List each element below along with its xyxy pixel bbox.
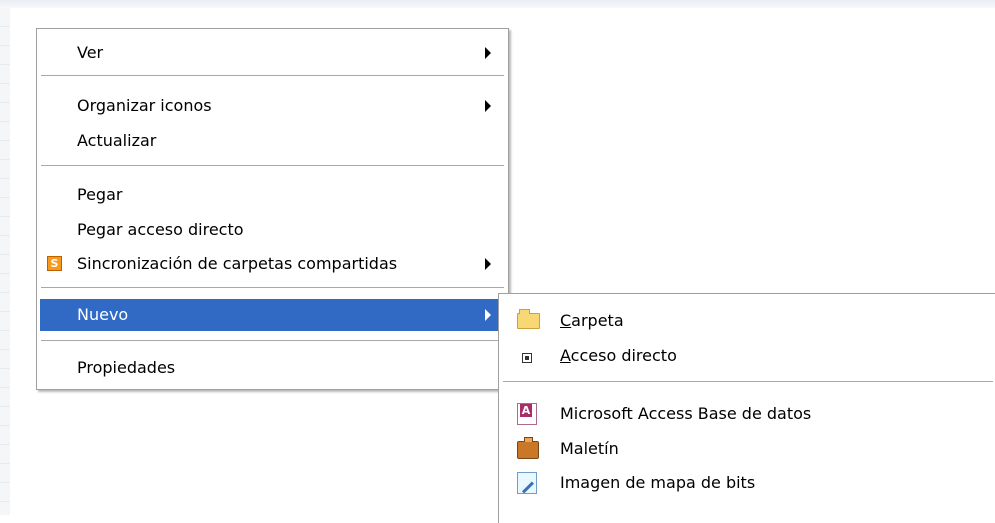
submenu-item-access-database[interactable]: Microsoft Access Base de datos <box>502 398 992 430</box>
menu-item-label: Actualizar <box>77 131 157 150</box>
submenu-arrow-icon <box>485 100 491 112</box>
menu-item-sincronizacion[interactable]: S Sincronización de carpetas compartidas <box>40 248 505 280</box>
menu-item-label: Pegar acceso directo <box>77 220 244 239</box>
submenu-item-imagen-mapa-bits[interactable]: Imagen de mapa de bits <box>502 467 992 499</box>
desktop-background <box>0 0 995 8</box>
menu-item-pegar-acceso-directo[interactable]: Pegar acceso directo <box>40 214 505 246</box>
submenu-item-label: Microsoft Access Base de datos <box>560 404 812 423</box>
briefcase-icon <box>517 437 539 459</box>
submenu-item-label: Imagen de mapa de bits <box>560 473 756 492</box>
submenu-item-maletin[interactable]: Maletín <box>502 433 992 465</box>
menu-item-label: Nuevo <box>77 305 129 324</box>
shortcut-icon <box>522 353 532 363</box>
menu-item-ver[interactable]: Ver <box>40 37 505 69</box>
access-database-icon <box>517 403 537 425</box>
menu-separator <box>41 165 504 166</box>
submenu-arrow-icon <box>485 47 491 59</box>
menu-item-nuevo[interactable]: Nuevo <box>40 299 505 331</box>
bitmap-image-icon <box>517 472 537 494</box>
sync-icon: S <box>47 256 62 271</box>
submenu-item-label: Acceso directo <box>560 346 677 365</box>
submenu-item-label: Maletín <box>560 439 619 458</box>
menu-separator <box>41 287 504 288</box>
menu-item-organizar-iconos[interactable]: Organizar iconos <box>40 90 505 122</box>
menu-separator <box>503 381 993 382</box>
menu-item-propiedades[interactable]: Propiedades <box>40 352 505 384</box>
menu-item-label: Pegar <box>77 185 123 204</box>
menu-item-pegar[interactable]: Pegar <box>40 179 505 211</box>
submenu-item-acceso-directo[interactable]: Acceso directo <box>502 340 992 372</box>
new-submenu: Carpeta Acceso directo Microsoft Access … <box>498 293 995 523</box>
menu-item-label: Organizar iconos <box>77 96 212 115</box>
submenu-item-label: Carpeta <box>560 311 624 330</box>
menu-item-label: Sincronización de carpetas compartidas <box>77 254 398 273</box>
submenu-item-carpeta[interactable]: Carpeta <box>502 305 992 337</box>
menu-item-actualizar[interactable]: Actualizar <box>40 125 505 157</box>
submenu-arrow-icon <box>485 258 491 270</box>
desktop-background-left <box>0 8 10 515</box>
menu-item-label: Propiedades <box>77 358 176 377</box>
folder-icon <box>517 309 540 329</box>
context-menu: Ver Organizar iconos Actualizar Pegar Pe… <box>36 28 509 390</box>
menu-separator <box>41 75 504 76</box>
submenu-arrow-icon <box>485 309 491 321</box>
menu-separator <box>41 340 504 341</box>
menu-item-label: Ver <box>77 43 104 62</box>
